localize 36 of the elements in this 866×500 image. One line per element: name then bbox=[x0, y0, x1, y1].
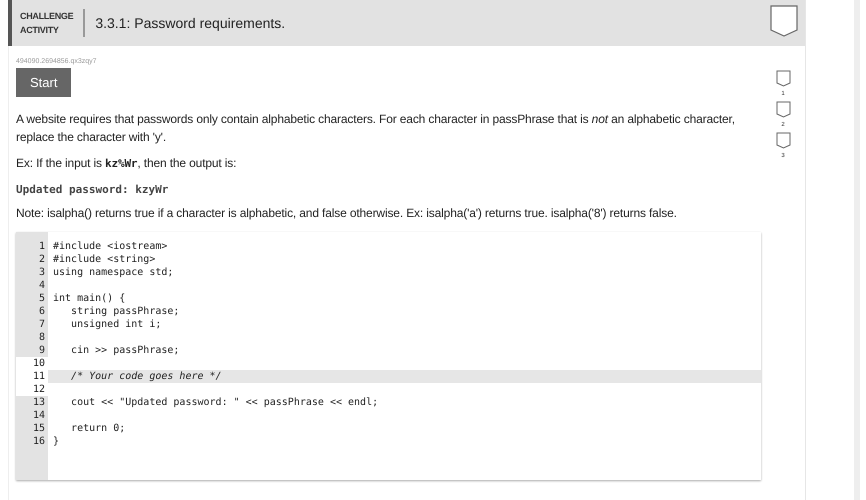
code-line: return 0; bbox=[70, 422, 126, 435]
level-icon[interactable] bbox=[776, 101, 790, 118]
code-line: string passPhrase; bbox=[70, 305, 180, 318]
code-line: using namespace std; bbox=[52, 266, 174, 279]
instruction-text: Note: isalpha() returns true if a character is alphabetic, and false otherwise. Ex: isalpha('a') returns true. isalpha('8') returns false. bbox=[16, 205, 678, 222]
line-number: 7 bbox=[38, 318, 46, 331]
start-button[interactable]: Start bbox=[16, 68, 72, 97]
code-line: #include <string> bbox=[52, 253, 156, 266]
code-line: #include <iostream> bbox=[52, 240, 168, 253]
instruction-text: A website requires that passwords only contain alphabetic characters. For each character in passPhrase that is not an alphabetic character, replace the character with 'y'. bbox=[16, 111, 736, 146]
line-number: 6 bbox=[38, 305, 46, 318]
line-number: 2 bbox=[38, 253, 46, 266]
expected-output: Updated password: kzyWr bbox=[16, 183, 170, 196]
line-number: 1 bbox=[38, 240, 46, 253]
line-number: 12 bbox=[16, 383, 48, 396]
line-number: 16 bbox=[32, 435, 46, 448]
level-icon[interactable] bbox=[776, 132, 790, 149]
line-number: 3 bbox=[38, 266, 46, 279]
code-line: cout << "Updated password: " << passPhrase << endl; bbox=[70, 396, 380, 409]
level-icon[interactable] bbox=[776, 70, 790, 87]
line-number: 13 bbox=[32, 396, 46, 409]
line-number: 14 bbox=[32, 409, 46, 422]
line-number: 5 bbox=[38, 292, 46, 305]
line-number: 11 bbox=[16, 370, 48, 383]
code-line: unsigned int i; bbox=[70, 318, 162, 331]
line-number: 4 bbox=[38, 279, 46, 292]
code-line: int main() { bbox=[52, 292, 126, 305]
line-number: 8 bbox=[38, 331, 46, 344]
activity-badge: CHALLENGE ACTIVITY bbox=[20, 9, 86, 37]
code-line: cin >> passPhrase; bbox=[70, 344, 180, 357]
code-line: } bbox=[52, 435, 60, 448]
example-text: Ex: If the input is kz%Wr, then the output is: bbox=[16, 155, 238, 172]
line-number: 15 bbox=[32, 422, 46, 435]
line-number: 9 bbox=[38, 344, 46, 357]
line-number: 10 bbox=[16, 357, 48, 370]
activity-title: 3.3.1: Password requirements. bbox=[95, 15, 286, 31]
